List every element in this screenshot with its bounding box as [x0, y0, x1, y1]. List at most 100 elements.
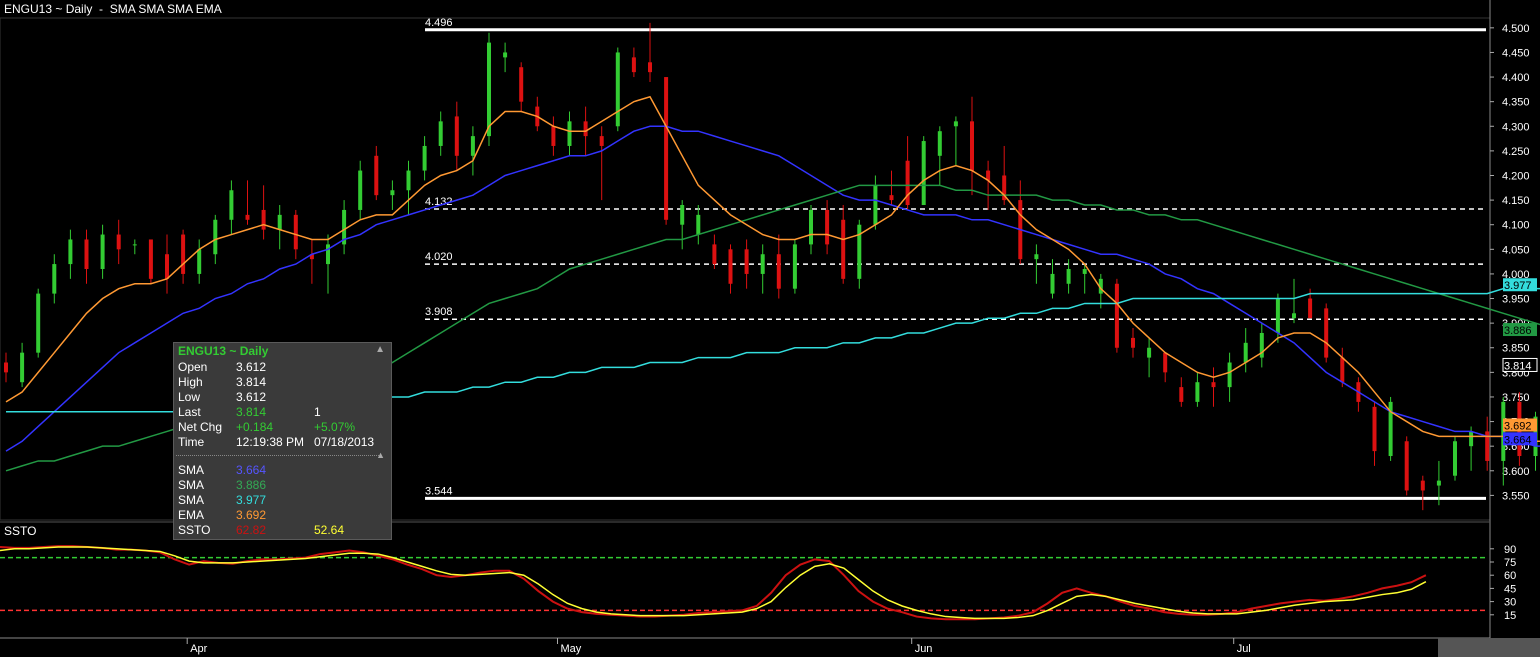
tooltip-row: EMA 3.692 [178, 508, 388, 523]
candle-body [873, 185, 878, 225]
candle-body [1275, 298, 1280, 333]
y-tick-label: 4.300 [1502, 121, 1530, 133]
candle-body [889, 195, 894, 201]
tooltip-row-value: 3.977 [236, 493, 267, 507]
tooltip-row: Time 12:19:38 PM 07/18/2013 [178, 435, 388, 450]
y-tick-label: 3.550 [1502, 490, 1530, 502]
tooltip-row-value: 3.886 [236, 478, 267, 492]
tooltip-row-value: 3.814 [236, 375, 267, 389]
y-tick-label: 4.500 [1502, 23, 1530, 35]
x-month-label: Jul [1237, 643, 1251, 655]
candle-body [326, 244, 330, 265]
candle-body [261, 209, 266, 230]
candle-body [503, 52, 508, 58]
price-level-label: 4.020 [425, 251, 453, 263]
tooltip-row: SMA 3.886 [178, 478, 388, 493]
tooltip-row-value-secondary: 07/18/2013 [314, 435, 375, 449]
x-month-label: Jun [915, 643, 933, 655]
candle-body [1179, 387, 1184, 402]
price-level-label: 4.496 [425, 17, 453, 29]
candle-body [293, 214, 298, 250]
candle-body [921, 141, 926, 206]
candle-body [84, 239, 89, 269]
candle-body [100, 234, 105, 269]
candle-body [583, 121, 588, 137]
chart-title: ENGU13 ~ Daily - SMA SMA SMA EMA [4, 2, 222, 16]
candle-body [937, 131, 942, 156]
price-tag-label: 3.886 [1504, 325, 1532, 337]
candle-body [841, 219, 846, 279]
y-tick-label: 3.950 [1502, 294, 1530, 306]
y-tick-label: 3.850 [1502, 343, 1530, 355]
studies-collapse-caret-icon[interactable]: ▲ [376, 450, 385, 460]
ssto-tick-label: 90 [1504, 544, 1516, 556]
tooltip-row-label: SMA [178, 463, 205, 477]
studies-label: SMA SMA SMA EMA [109, 2, 222, 16]
candle-body [631, 57, 636, 73]
tooltip-row-label: Net Chg [178, 420, 223, 434]
ssto-panel-title: SSTO [4, 524, 37, 538]
candle-body [20, 352, 25, 383]
candle-body [776, 254, 781, 289]
tooltip-row-value: 3.814 [236, 405, 267, 419]
tooltip-row-label: Low [178, 390, 201, 404]
candle-body [374, 155, 379, 196]
candle-body [1034, 254, 1039, 260]
price-tag-label: 3.814 [1504, 360, 1532, 372]
candle-body [197, 249, 202, 274]
tooltip-row-value-secondary: 52.64 [314, 523, 345, 537]
candle-body [1469, 431, 1474, 447]
tooltip-row: SMA 3.977 [178, 493, 388, 508]
candle-body [52, 264, 57, 294]
candle-body [1308, 298, 1313, 319]
ssto-tick-label: 15 [1504, 610, 1516, 622]
candle-body [116, 234, 121, 250]
time-scroll-handle[interactable] [1438, 638, 1540, 657]
tooltip-row-value: 62.82 [236, 523, 267, 537]
y-tick-label: 3.750 [1502, 392, 1530, 404]
tooltip-row: Open 3.612 [178, 360, 388, 375]
candle-body [1211, 382, 1216, 388]
candle-body [1436, 480, 1441, 486]
tooltip-row-value: 3.692 [236, 508, 267, 522]
tooltip-row-label: SMA [178, 478, 205, 492]
y-tick-label: 4.350 [1502, 97, 1530, 109]
candle-body [454, 116, 459, 156]
y-tick-label: 4.450 [1502, 47, 1530, 59]
collapse-caret-icon[interactable]: ▲ [375, 344, 385, 355]
ssto-tick-label: 60 [1504, 570, 1516, 582]
candle-body [229, 190, 234, 220]
ssto-tick-label: 45 [1504, 583, 1516, 595]
tooltip-row-value: 3.664 [236, 463, 267, 477]
candle-body [664, 77, 669, 220]
tooltip-row-label: Last [178, 405, 201, 419]
tooltip-row-label: Time [178, 435, 205, 449]
candle-body [213, 219, 218, 255]
candle-body [712, 244, 717, 265]
price-tag-label: 3.977 [1504, 280, 1532, 292]
candle-body [1147, 347, 1152, 358]
price-level-label: 3.908 [425, 306, 453, 318]
candle-body [68, 239, 73, 265]
candle-body [1453, 441, 1457, 476]
candle-body [36, 293, 41, 353]
candle-body [696, 214, 701, 235]
x-month-label: Apr [190, 643, 207, 655]
candle-body [438, 121, 443, 146]
candle-body [406, 170, 411, 191]
tooltip-row-label: Open [178, 360, 208, 374]
candle-body [1420, 480, 1425, 491]
tooltip-row-label: High [178, 375, 203, 389]
candle-body [1243, 342, 1248, 363]
candle-body [1131, 337, 1135, 348]
tooltip-row: SSTO 62.82 52.64 [178, 523, 388, 538]
candle-body [1324, 308, 1329, 358]
data-tooltip[interactable]: ENGU13 ~ Daily ▲ Open 3.612 High 3.814 Low 3.… [173, 342, 392, 540]
tooltip-row-label: SMA [178, 493, 205, 507]
tooltip-row: Net Chg +0.184 +5.07% [178, 420, 388, 435]
candle-body [1404, 441, 1409, 491]
candle-body [132, 244, 137, 246]
price-tag-label: 3.692 [1504, 421, 1532, 433]
candle-body [1292, 313, 1296, 319]
candle-body [519, 67, 524, 102]
